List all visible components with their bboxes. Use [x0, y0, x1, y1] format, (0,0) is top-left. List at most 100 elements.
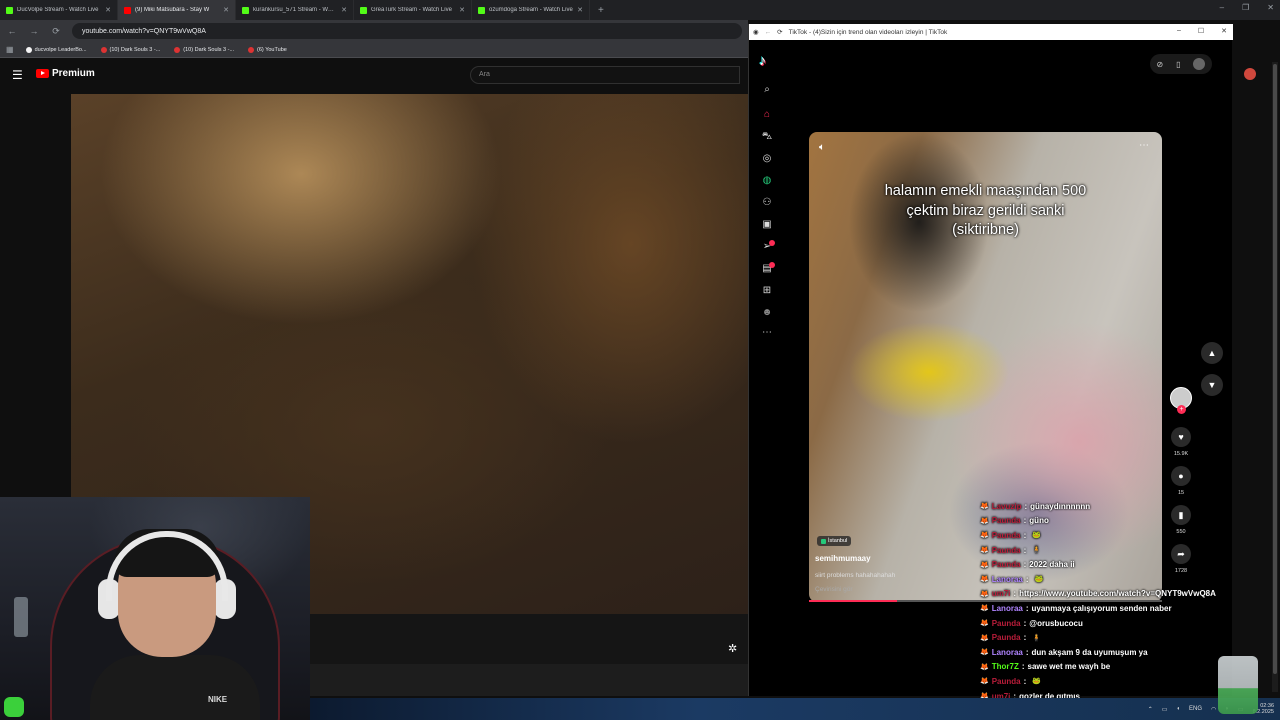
tiktok-logo-icon[interactable] [759, 52, 766, 68]
chat-separator: : [1023, 676, 1027, 686]
apps-icon[interactable]: ▦ [6, 45, 14, 54]
tab-title: ozumdoga Stream - Watch Live [489, 7, 573, 13]
tray-chevron-icon[interactable]: ⌃ [1148, 706, 1153, 713]
video-author[interactable]: semihmumaay [815, 554, 871, 563]
live-icon[interactable]: ◍ [761, 175, 773, 186]
upload-icon[interactable]: ⊞ [761, 285, 773, 296]
volume-icon[interactable]: 🔈︎ [819, 142, 825, 153]
chat-username[interactable]: Lavuzip [992, 502, 1022, 511]
minimize-icon[interactable]: – [1220, 3, 1224, 12]
tab-favicon-icon [478, 6, 485, 14]
restore-icon[interactable]: ❐ [1242, 3, 1249, 12]
volume-icon[interactable]: ◖ [1176, 706, 1180, 712]
location-icon [821, 538, 826, 544]
browser-tab[interactable]: GreaTurk Stream - Watch Live ✕ [354, 0, 472, 20]
tab-favicon-icon [242, 6, 249, 14]
close-icon[interactable]: ✕ [1267, 3, 1274, 12]
back-icon[interactable]: ← [6, 26, 18, 36]
heart-icon[interactable]: ♥ [1171, 427, 1191, 447]
cup [1218, 656, 1258, 714]
bookmark-item[interactable]: (6) YouTube [248, 46, 287, 53]
device-icon[interactable]: ▯ [1176, 60, 1180, 69]
chat-username[interactable]: Paunda [992, 633, 1021, 642]
chat-message: 🦊 Paunda: 🐸 [980, 528, 1280, 543]
chat-emote-icon: 🧍 [1032, 634, 1042, 642]
chat-text: sawe wet me wayh be [1027, 662, 1111, 672]
more-icon[interactable]: ⋯ [761, 327, 773, 338]
tab-close-icon[interactable]: ✕ [223, 6, 229, 14]
home-icon[interactable]: ⌂ [761, 109, 773, 120]
chat-username[interactable]: Paunda [992, 546, 1021, 555]
search-icon[interactable]: ⌕ [761, 84, 773, 95]
window-controls: – ❐ ✕ [1220, 3, 1274, 12]
chat-username[interactable]: Thor7Z [992, 662, 1019, 671]
wifi-icon[interactable]: ◠ [1211, 706, 1216, 713]
reload-icon[interactable]: ⟳ [50, 26, 62, 37]
chat-username[interactable]: Lanoraa [992, 648, 1023, 657]
chat-username[interactable]: Paunda [992, 677, 1021, 686]
chat-username[interactable]: Lanoraa [992, 575, 1023, 584]
see-translation-link[interactable]: Çevirisini gör [815, 586, 853, 593]
browser-tab[interactable]: (9) Miki Matsubara - Stay W ✕ [118, 0, 236, 20]
chat-username[interactable]: Lanoraa [992, 604, 1023, 613]
youtube-search-input[interactable]: Ara [470, 66, 740, 84]
forward-icon[interactable]: → [28, 26, 40, 36]
follow-plus-icon[interactable]: + [1177, 405, 1186, 414]
chat-username[interactable]: Paunda [992, 560, 1021, 569]
maximize-icon[interactable]: ☐ [1198, 27, 1204, 35]
comment-icon[interactable]: ● [1171, 466, 1191, 486]
tab-close-icon[interactable]: ✕ [459, 6, 465, 14]
language-indicator[interactable]: ENG [1189, 706, 1202, 712]
tab-close-icon[interactable]: ✕ [105, 6, 111, 14]
profile-avatar[interactable] [1193, 58, 1206, 70]
minimize-icon[interactable]: – [1177, 27, 1181, 35]
bookmark-item[interactable]: ducvolpe LeaderBo... [25, 46, 87, 53]
url-field[interactable]: youtube.com/watch?v=QNYT9wVwQ8A [72, 23, 742, 39]
close-icon[interactable]: ✕ [1221, 27, 1227, 35]
tab-close-icon[interactable]: ✕ [577, 6, 583, 14]
caption-line: (siktiribne) [952, 222, 1019, 238]
comment-action[interactable]: ● 15 [1169, 466, 1193, 496]
youtube-play-icon [36, 69, 49, 78]
live-tv-icon[interactable]: ▣ [761, 219, 773, 230]
profile-icon[interactable]: ☻ [761, 307, 773, 318]
coins-icon[interactable]: ⊘ [1156, 60, 1163, 69]
hamburger-menu-icon[interactable]: ☰ [12, 68, 23, 82]
browser-tab[interactable]: ozumdoga Stream - Watch Live ✕ [472, 0, 590, 20]
bookmark-item[interactable]: (10) Dark Souls 3 -... [174, 46, 234, 53]
explore-icon[interactable]: ◎ [761, 153, 773, 164]
youtube-logo[interactable]: Premium [36, 68, 95, 79]
previous-video-button[interactable]: ▲ [1201, 342, 1223, 364]
chat-message: 🦊 Paunda: 🧍 [980, 630, 1280, 645]
chat-username[interactable]: Paunda [992, 619, 1021, 628]
like-count: 15.9K [1173, 451, 1189, 457]
network-icon[interactable]: ▭ [1162, 706, 1168, 713]
chat-separator: : [1023, 633, 1027, 643]
shop-icon[interactable]: ⛍ [761, 131, 773, 144]
chat-username[interactable]: um7i [992, 589, 1011, 598]
browser-tab[interactable]: DucVolpe Stream - Watch Live ✕ [0, 0, 118, 20]
chat-badge-icon: 🦊 [980, 576, 989, 584]
chat-separator: : [1025, 647, 1029, 657]
account-avatar[interactable] [1244, 68, 1256, 80]
bookmark-item[interactable]: (10) Dark Souls 3 -... [100, 46, 160, 53]
back-icon[interactable]: ← [765, 29, 772, 36]
tab-close-icon[interactable]: ✕ [341, 6, 347, 14]
browser-tab[interactable]: kurankursu_571 Stream - Watch ✕ [236, 0, 354, 20]
video-description: siirt problems hahahahahah [815, 572, 896, 579]
settings-gear-icon[interactable]: ✲ [728, 642, 737, 655]
chat-text: @orusbucocu [1029, 618, 1083, 628]
following-icon[interactable]: ⚇ [761, 197, 773, 208]
chat-badge-icon: 🦊 [980, 547, 989, 555]
chat-username[interactable]: Paunda [992, 531, 1021, 540]
like-action[interactable]: ♥ 15.9K [1169, 427, 1193, 457]
tab-title: (9) Miki Matsubara - Stay W [135, 7, 210, 13]
reload-icon[interactable]: ⟳ [777, 28, 782, 36]
more-options-icon[interactable]: ⋯ [1139, 140, 1149, 151]
next-video-button[interactable]: ▼ [1201, 374, 1223, 396]
chat-username[interactable]: Paunda [992, 516, 1021, 525]
location-tag[interactable]: İstanbul [817, 536, 852, 546]
comment-count: 15 [1177, 490, 1185, 496]
streamer-body [90, 655, 260, 720]
new-tab-button[interactable]: + [590, 5, 612, 16]
